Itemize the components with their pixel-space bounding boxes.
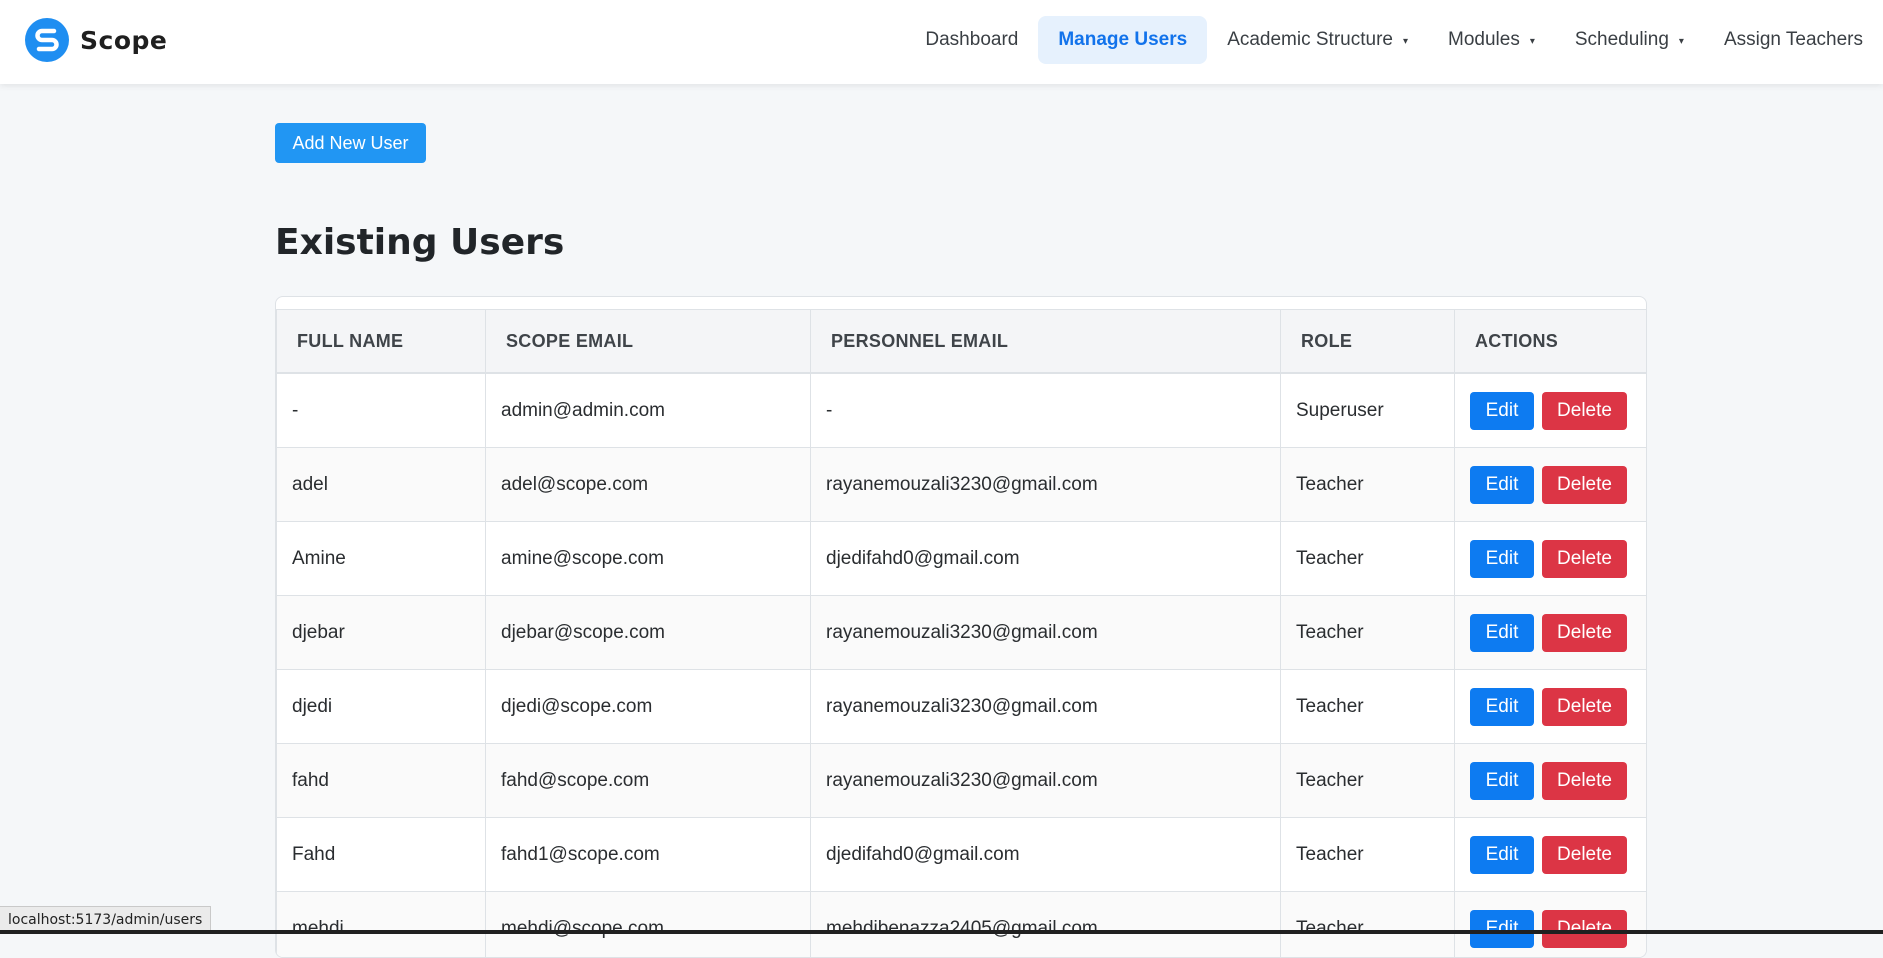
table-row: djedidjedi@scope.comrayanemouzali3230@gm… [277, 670, 1647, 744]
nav-item-label: Assign Teachers [1724, 29, 1863, 51]
edit-button[interactable]: Edit [1470, 392, 1534, 430]
cell-scope-email: fahd@scope.com [486, 744, 811, 818]
cell-personnel-email: djedifahd0@gmail.com [811, 522, 1281, 596]
nav-item-scheduling[interactable]: Scheduling ▾ [1555, 16, 1704, 64]
cell-full-name: fahd [277, 744, 486, 818]
cell-full-name: mehdi [277, 892, 486, 958]
cell-actions: EditDelete [1455, 373, 1647, 448]
cell-actions: EditDelete [1455, 744, 1647, 818]
nav-item-label: Academic Structure [1227, 29, 1393, 51]
cell-role: Teacher [1281, 522, 1455, 596]
caret-down-icon: ▾ [1679, 36, 1684, 47]
column-header-full-name[interactable]: FULL NAME [277, 310, 486, 374]
nav-item-label: Scheduling [1575, 29, 1669, 51]
cell-personnel-email: - [811, 373, 1281, 448]
cell-full-name: - [277, 373, 486, 448]
cell-role: Teacher [1281, 596, 1455, 670]
edit-button[interactable]: Edit [1470, 614, 1534, 652]
edit-button[interactable]: Edit [1470, 762, 1534, 800]
column-header-actions: ACTIONS [1455, 310, 1647, 374]
window-bottom-edge [0, 930, 1883, 934]
cell-actions: EditDelete [1455, 892, 1647, 958]
table-row: mehdimehdi@scope.commehdibenazza2405@gma… [277, 892, 1647, 958]
edit-button[interactable]: Edit [1470, 910, 1534, 948]
cell-personnel-email: rayanemouzali3230@gmail.com [811, 596, 1281, 670]
caret-down-icon: ▾ [1530, 36, 1535, 47]
page-title: Existing Users [275, 222, 564, 263]
cell-scope-email: djedi@scope.com [486, 670, 811, 744]
column-header-scope-email[interactable]: SCOPE EMAIL [486, 310, 811, 374]
cell-full-name: adel [277, 448, 486, 522]
cell-actions: EditDelete [1455, 670, 1647, 744]
cell-full-name: Fahd [277, 818, 486, 892]
users-table: FULL NAME SCOPE EMAIL PERSONNEL EMAIL RO… [276, 309, 1647, 958]
cell-personnel-email: mehdibenazza2405@gmail.com [811, 892, 1281, 958]
nav-item-label: Modules [1448, 29, 1520, 51]
edit-button[interactable]: Edit [1470, 836, 1534, 874]
delete-button[interactable]: Delete [1542, 540, 1627, 578]
cell-personnel-email: rayanemouzali3230@gmail.com [811, 744, 1281, 818]
cell-role: Superuser [1281, 373, 1455, 448]
cell-full-name: djedi [277, 670, 486, 744]
edit-button[interactable]: Edit [1470, 540, 1534, 578]
cell-personnel-email: rayanemouzali3230@gmail.com [811, 448, 1281, 522]
cell-role: Teacher [1281, 670, 1455, 744]
nav-item-modules[interactable]: Modules ▾ [1428, 16, 1555, 64]
cell-actions: EditDelete [1455, 522, 1647, 596]
table-row: fahdfahd@scope.comrayanemouzali3230@gmai… [277, 744, 1647, 818]
table-row: djebardjebar@scope.comrayanemouzali3230@… [277, 596, 1647, 670]
nav-item-assign-teachers[interactable]: Assign Teachers [1704, 16, 1883, 64]
top-navbar: Scope Dashboard Manage Users Academic Stru… [0, 0, 1883, 84]
table-header-row: FULL NAME SCOPE EMAIL PERSONNEL EMAIL RO… [277, 310, 1647, 374]
brand-name: Scope [80, 26, 167, 55]
delete-button[interactable]: Delete [1542, 466, 1627, 504]
table-row: adeladel@scope.comrayanemouzali3230@gmai… [277, 448, 1647, 522]
cell-role: Teacher [1281, 448, 1455, 522]
cell-personnel-email: djedifahd0@gmail.com [811, 818, 1281, 892]
cell-scope-email: fahd1@scope.com [486, 818, 811, 892]
cell-role: Teacher [1281, 744, 1455, 818]
cell-scope-email: adel@scope.com [486, 448, 811, 522]
nav-item-dashboard[interactable]: Dashboard [905, 16, 1038, 64]
cell-personnel-email: rayanemouzali3230@gmail.com [811, 670, 1281, 744]
delete-button[interactable]: Delete [1542, 392, 1627, 430]
browser-status-url: localhost:5173/admin/users [0, 906, 211, 933]
brand[interactable]: Scope [24, 17, 167, 63]
delete-button[interactable]: Delete [1542, 836, 1627, 874]
edit-button[interactable]: Edit [1470, 466, 1534, 504]
table-row: Fahdfahd1@scope.comdjedifahd0@gmail.comT… [277, 818, 1647, 892]
delete-button[interactable]: Delete [1542, 614, 1627, 652]
column-header-role[interactable]: ROLE [1281, 310, 1455, 374]
cell-role: Teacher [1281, 892, 1455, 958]
nav-item-manage-users[interactable]: Manage Users [1038, 16, 1207, 64]
caret-down-icon: ▾ [1403, 36, 1408, 47]
cell-full-name: djebar [277, 596, 486, 670]
cell-actions: EditDelete [1455, 596, 1647, 670]
nav-item-academic-structure[interactable]: Academic Structure ▾ [1207, 16, 1428, 64]
users-table-body: -admin@admin.com-SuperuserEditDeleteadel… [277, 373, 1647, 958]
cell-scope-email: djebar@scope.com [486, 596, 811, 670]
cell-scope-email: admin@admin.com [486, 373, 811, 448]
delete-button[interactable]: Delete [1542, 910, 1627, 948]
cell-role: Teacher [1281, 818, 1455, 892]
cell-scope-email: amine@scope.com [486, 522, 811, 596]
scope-logo-icon [24, 17, 70, 63]
cell-scope-email: mehdi@scope.com [486, 892, 811, 958]
column-header-personnel-email[interactable]: PERSONNEL EMAIL [811, 310, 1281, 374]
cell-actions: EditDelete [1455, 818, 1647, 892]
users-table-card: FULL NAME SCOPE EMAIL PERSONNEL EMAIL RO… [275, 296, 1647, 958]
delete-button[interactable]: Delete [1542, 762, 1627, 800]
nav-item-label: Dashboard [925, 29, 1018, 51]
cell-full-name: Amine [277, 522, 486, 596]
add-new-user-button[interactable]: Add New User [275, 123, 426, 163]
delete-button[interactable]: Delete [1542, 688, 1627, 726]
nav-menu: Dashboard Manage Users Academic Structure ▾… [905, 16, 1883, 64]
nav-item-label: Manage Users [1058, 29, 1187, 51]
table-row: -admin@admin.com-SuperuserEditDelete [277, 373, 1647, 448]
edit-button[interactable]: Edit [1470, 688, 1534, 726]
cell-actions: EditDelete [1455, 448, 1647, 522]
table-row: Amineamine@scope.comdjedifahd0@gmail.com… [277, 522, 1647, 596]
